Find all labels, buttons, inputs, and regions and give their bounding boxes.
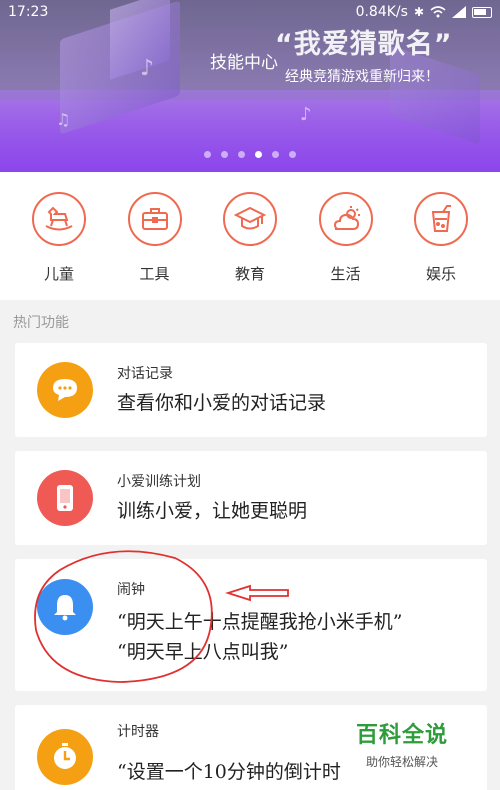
category-label: 儿童 [43, 265, 74, 283]
toolbox-icon [127, 192, 182, 246]
status-bar: 17:23 0.84K/s ✱ [0, 0, 500, 24]
stopwatch-icon [37, 729, 93, 785]
carousel-dot[interactable] [289, 151, 296, 158]
skill-center-banner[interactable]: ♪ ♪ ♫ 17:23 0.84K/s ✱ “我爱猜歌名” 技能中心 经典竞猜游… [0, 0, 500, 172]
carousel-dot[interactable] [255, 151, 262, 158]
signal-icon [452, 6, 466, 18]
category-bar: 儿童 工具 教育 生活 娱乐 [0, 172, 500, 300]
category-education[interactable]: 教育 [204, 192, 296, 300]
category-label: 工具 [139, 265, 170, 283]
feature-card-conversation-log[interactable]: 对话记录 查看你和小爱的对话记录 [15, 343, 487, 437]
baike-watermark: 百科全说 助你轻松解决 [356, 717, 448, 770]
graduation-cap-icon [223, 192, 277, 246]
bluetooth-icon: ✱ [413, 5, 424, 19]
banner-title: 技能中心 [210, 53, 278, 73]
category-label: 娱乐 [425, 265, 456, 283]
carousel-dot[interactable] [221, 151, 228, 158]
feature-title: 计时器 [117, 724, 159, 740]
feature-title: 对话记录 [117, 366, 173, 382]
feature-description: 训练小爱，让她更聪明 [117, 500, 308, 522]
feature-example: “设置一个10分钟的倒计时 [117, 761, 341, 783]
weather-icon [318, 192, 373, 246]
drink-icon [414, 192, 468, 246]
feature-title: 小爱训练计划 [117, 474, 201, 490]
category-label: 生活 [330, 265, 361, 283]
category-entertainment[interactable]: 娱乐 [395, 192, 487, 300]
music-note-icon: ♪ [140, 56, 155, 81]
feature-card-alarm[interactable]: 闹钟 “明天上午十点提醒我抢小米手机” “明天早上八点叫我” [15, 559, 487, 691]
category-label: 教育 [234, 265, 265, 283]
carousel-dot[interactable] [272, 151, 279, 158]
section-title: 热门功能 [13, 315, 69, 331]
status-time: 17:23 [8, 4, 49, 20]
wifi-icon [430, 6, 446, 18]
carousel-dot[interactable] [204, 151, 211, 158]
music-note-icon: ♫ [56, 110, 71, 129]
network-speed: 0.84K/s [355, 4, 408, 20]
banner-headline: “我爱猜歌名” [275, 29, 453, 60]
category-children[interactable]: 儿童 [13, 192, 105, 300]
speaker-icon [37, 470, 93, 526]
feature-example: “明天早上八点叫我” [117, 641, 289, 663]
watermark-subtitle: 助你轻松解决 [366, 755, 439, 769]
category-tools[interactable]: 工具 [109, 192, 201, 300]
category-life[interactable]: 生活 [300, 192, 392, 300]
feature-card-training-plan[interactable]: 小爱训练计划 训练小爱，让她更聪明 [15, 451, 487, 545]
rocking-horse-icon [32, 192, 86, 246]
bell-icon [37, 579, 93, 635]
chat-bubble-icon [37, 362, 93, 418]
feature-title: 闹钟 [117, 582, 145, 598]
carousel-dot[interactable] [238, 151, 245, 158]
status-indicators: 0.84K/s ✱ [356, 4, 492, 20]
banner-subtitle: 经典竞猜游戏重新归来！ [285, 69, 439, 85]
battery-icon [472, 6, 492, 18]
watermark-title: 百科全说 [356, 723, 449, 748]
music-note-icon: ♪ [300, 104, 312, 125]
feature-description: 查看你和小爱的对话记录 [117, 392, 327, 414]
carousel-indicator[interactable] [0, 151, 500, 158]
feature-example: “明天上午十点提醒我抢小米手机” [117, 611, 403, 633]
